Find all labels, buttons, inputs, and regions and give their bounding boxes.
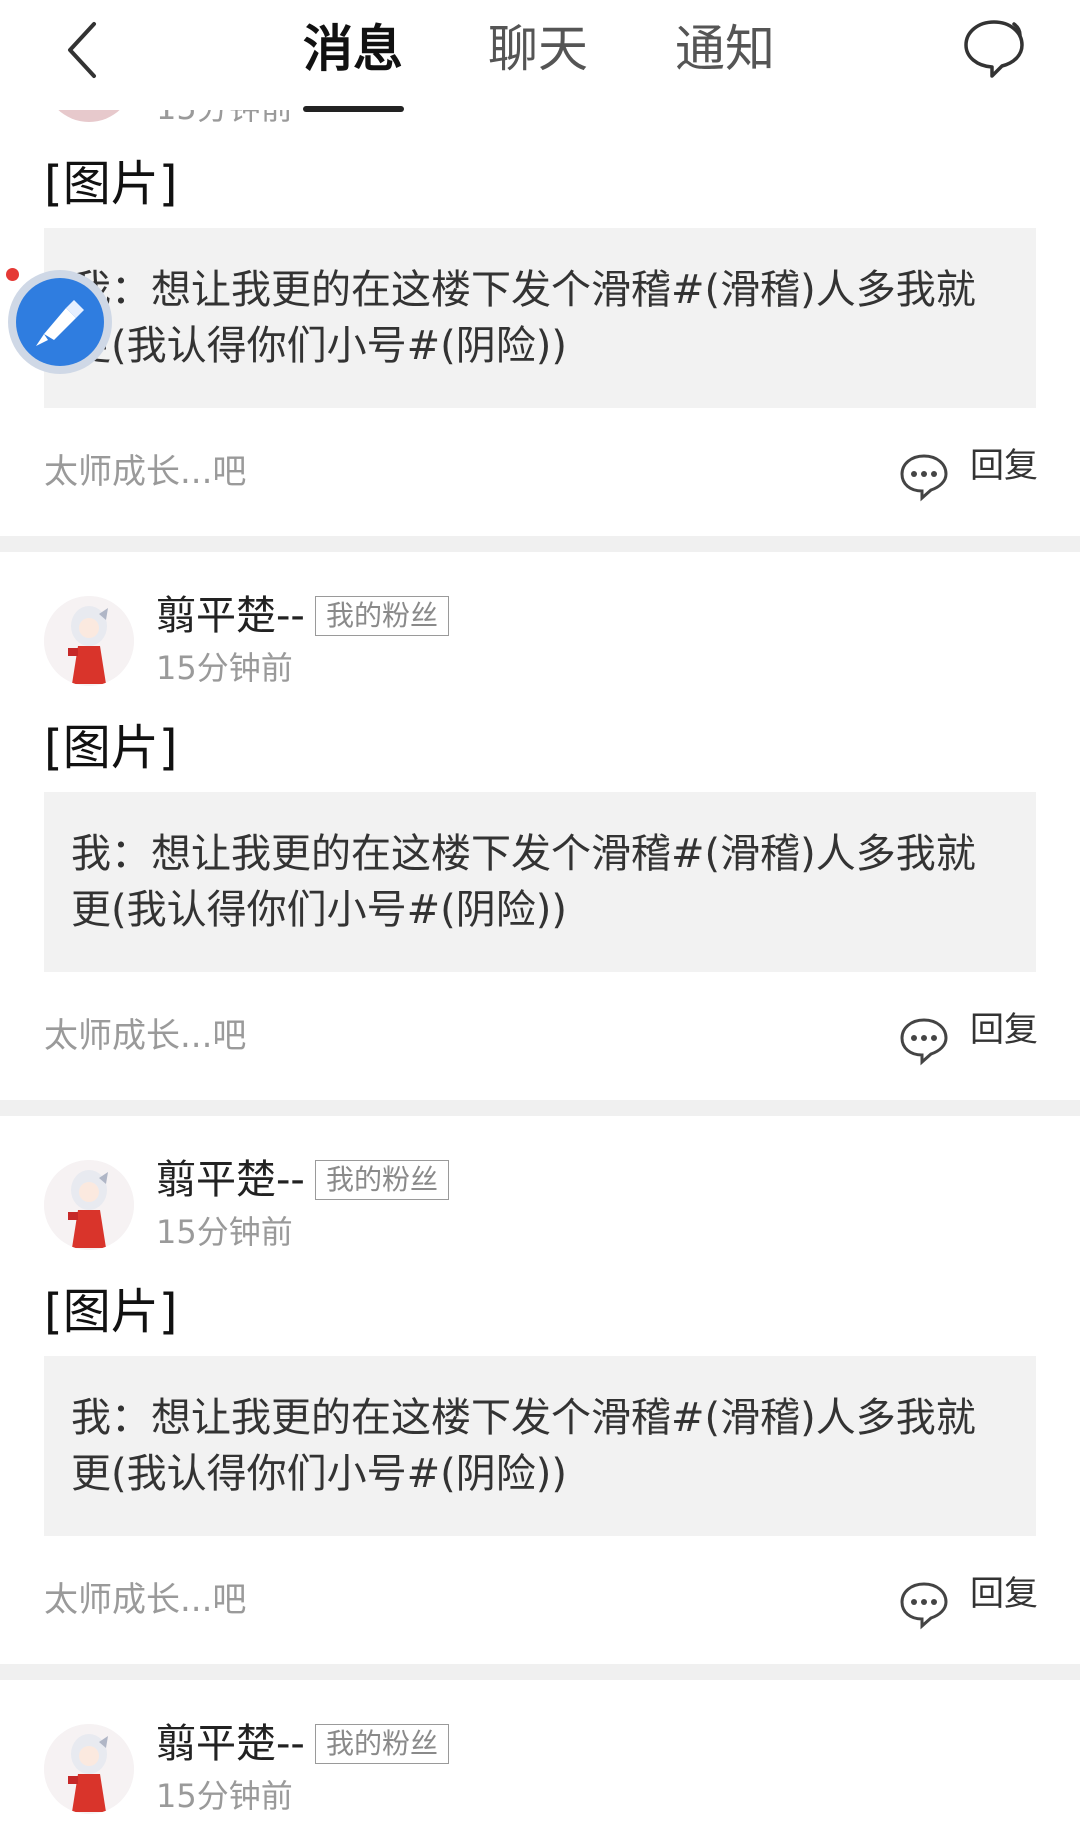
floating-assistant-button[interactable]: [8, 270, 112, 374]
tab-notifications[interactable]: 通知: [675, 14, 775, 84]
fan-badge: 我的粉丝: [315, 1160, 450, 1200]
tab-chat[interactable]: 聊天: [488, 14, 588, 84]
message-content[interactable]: [图片]: [44, 1282, 177, 1342]
quoted-post[interactable]: 我：想让我更的在这楼下发个滑稽#(滑稽)人多我就更(我认得你们小号#(阴险)): [44, 1356, 1036, 1536]
avatar[interactable]: [44, 1160, 134, 1250]
divider: [0, 536, 1080, 552]
message-time: 15分钟前: [156, 1213, 293, 1251]
forum-name[interactable]: 太师成长...吧: [44, 1014, 246, 1058]
message-time: 15分钟前: [156, 1777, 293, 1815]
forum-name[interactable]: 太师成长...吧: [44, 450, 246, 494]
quoted-post[interactable]: 我：想让我更的在这楼下发个滑稽#(滑稽)人多我就更(我认得你们小号#(阴险)): [44, 228, 1036, 408]
reply-label: 回复: [970, 1010, 1038, 1050]
forum-name[interactable]: 太师成长...吧: [44, 1578, 246, 1622]
divider: [0, 1100, 1080, 1116]
reply-label: 回复: [970, 1574, 1038, 1614]
message-time: 15分钟前: [156, 649, 293, 687]
divider: [0, 1664, 1080, 1680]
active-tab-indicator: [303, 106, 404, 112]
message-card[interactable]: 翦平楚-- 我的粉丝 15分钟前: [0, 1680, 1080, 1830]
message-card[interactable]: 翦平楚-- 我的粉丝 15分钟前 [图片] 我：想让我更的在这楼下发个滑稽#(滑…: [0, 552, 1080, 1100]
quoted-post[interactable]: 我：想让我更的在这楼下发个滑稽#(滑稽)人多我就更(我认得你们小号#(阴险)): [44, 792, 1036, 972]
top-nav-bar: 消息 聊天 通知: [0, 0, 1080, 110]
brush-icon: [36, 300, 84, 346]
avatar-image: [44, 596, 134, 686]
username[interactable]: 翦平楚--: [156, 592, 305, 640]
avatar[interactable]: [44, 596, 134, 686]
comment-icon: [900, 1582, 948, 1630]
reply-button[interactable]: 回复: [898, 1008, 1038, 1068]
avatar-image: [44, 1724, 134, 1814]
comment-icon: [900, 1018, 948, 1066]
fan-badge: 我的粉丝: [315, 1724, 450, 1764]
reply-button[interactable]: 回复: [898, 444, 1038, 504]
chat-bubble-icon: [964, 20, 1024, 78]
avatar-image: [44, 1160, 134, 1250]
username[interactable]: 翦平楚--: [156, 1156, 305, 1204]
comment-icon: [900, 454, 948, 502]
message-content[interactable]: [图片]: [44, 718, 177, 778]
username[interactable]: 翦平楚--: [156, 1720, 305, 1768]
float-inner: [16, 278, 104, 366]
fan-badge: 我的粉丝: [315, 596, 450, 636]
reply-button[interactable]: 回复: [898, 1572, 1038, 1632]
message-feed: 15分钟前 [图片] 我：想让我更的在这楼下发个滑稽#(滑稽)人多我就更(我认得…: [0, 0, 1080, 1830]
chat-button[interactable]: [958, 14, 1028, 84]
message-card[interactable]: 翦平楚-- 我的粉丝 15分钟前 [图片] 我：想让我更的在这楼下发个滑稽#(滑…: [0, 1116, 1080, 1664]
message-content[interactable]: [图片]: [44, 154, 177, 214]
avatar[interactable]: [44, 1724, 134, 1814]
reply-label: 回复: [970, 446, 1038, 486]
tab-messages[interactable]: 消息: [303, 14, 403, 84]
back-button[interactable]: [52, 14, 122, 84]
notification-dot: [6, 268, 19, 281]
chevron-left-icon: [68, 22, 96, 78]
